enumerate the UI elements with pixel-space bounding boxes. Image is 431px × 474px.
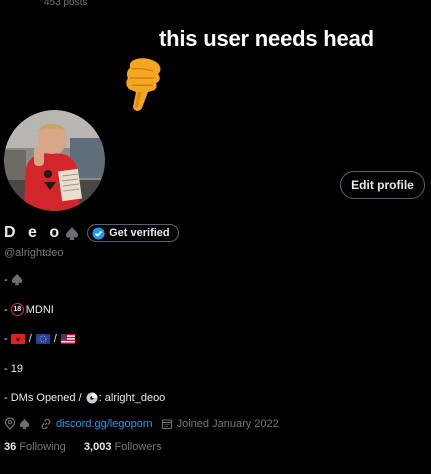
pointing-down-hand-icon (126, 58, 161, 111)
edit-profile-button[interactable]: Edit profile (340, 171, 425, 199)
following-label: Following (19, 441, 66, 453)
spade-icon (19, 418, 30, 429)
mdni-text: MDNI (25, 303, 54, 316)
link-icon (41, 418, 51, 429)
name-row: D e o Get verified (4, 224, 179, 242)
bio-dash: - (4, 333, 11, 345)
separator: / (53, 333, 57, 345)
eu-flag-icon (35, 334, 50, 344)
separator: / (28, 333, 32, 345)
dms-text: - DMs Opened / (4, 392, 82, 404)
verified-badge-icon (92, 227, 105, 239)
bio-dash: - (4, 273, 11, 286)
no-under-18-icon: 18 (10, 303, 24, 316)
followers-link[interactable]: 3,003 Followers (84, 441, 162, 453)
avatar[interactable] (4, 110, 105, 211)
bio-line-1: - (4, 273, 23, 286)
joined-date: Joined January 2022 (176, 417, 279, 430)
bio-line-5: - DMs Opened / : alright_deoo (4, 392, 165, 404)
post-count: 453 posts (44, 0, 88, 8)
bio-line-4: - 19 (4, 363, 23, 375)
calendar-icon (161, 418, 172, 429)
bio-line-3: - / / (4, 333, 75, 345)
website-link[interactable]: discord.gg/legoporn (56, 418, 153, 430)
get-verified-button[interactable]: Get verified (87, 224, 179, 242)
spade-icon (66, 226, 79, 240)
avatar-frame[interactable] (4, 110, 105, 211)
albania-flag-icon (10, 334, 25, 344)
get-verified-label: Get verified (109, 227, 170, 239)
followers-count: 3,003 (83, 441, 112, 453)
banner-caption: this user needs head (159, 26, 374, 51)
following-count: 36 (4, 441, 17, 453)
discord-handle: : alright_deoo (98, 392, 166, 404)
following-link[interactable]: 36 Following (4, 441, 66, 453)
handle: @alrightdeo (4, 247, 64, 259)
bio-dash: - (4, 303, 11, 316)
display-name: D e o (4, 224, 64, 241)
followers-label: Followers (114, 441, 162, 453)
usa-flag-icon (60, 334, 75, 344)
follow-stats: 36 Following 3,003 Followers (4, 441, 162, 453)
spade-icon (11, 273, 22, 286)
disc-icon (86, 392, 98, 404)
profile-meta: discord.gg/legoporn Joined January 2022 (4, 417, 279, 430)
bio-line-2: - 18 MDNI (4, 303, 54, 316)
location-icon (4, 417, 16, 430)
